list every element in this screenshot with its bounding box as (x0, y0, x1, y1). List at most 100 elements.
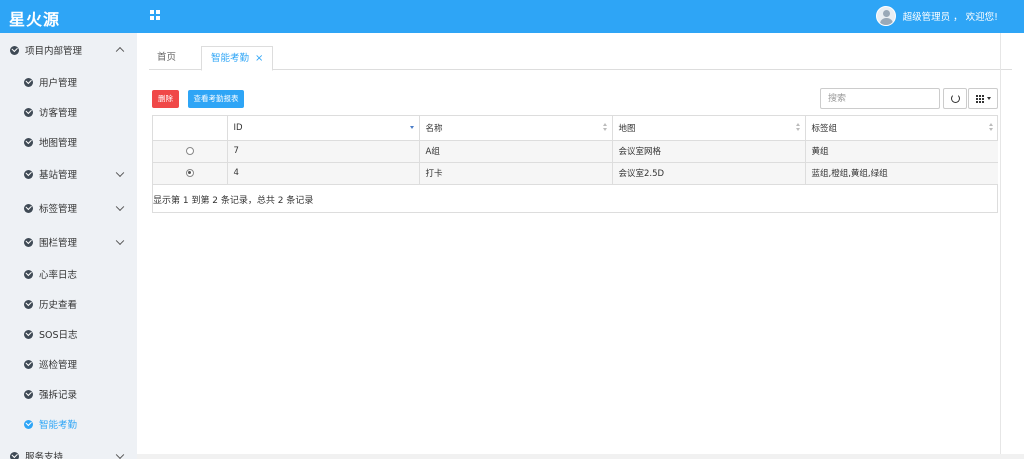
search-input[interactable] (820, 88, 940, 109)
sidebar-item-fences[interactable]: 围栏管理 (0, 225, 137, 259)
sidebar-item-history[interactable]: 历史查看 (0, 289, 137, 319)
sidebar-item-label: 心率日志 (39, 270, 78, 281)
sidebar-item-sos[interactable]: SOS日志 (0, 319, 137, 349)
row-select-cell (153, 162, 228, 185)
sidebar-item-label: 标签管理 (39, 204, 78, 215)
chevron-up-icon (115, 46, 125, 56)
check-circle-icon (24, 329, 33, 339)
sort-icon (989, 123, 994, 133)
check-circle-icon (24, 237, 33, 247)
tab-bar: 首页 智能考勤 × (149, 46, 1012, 71)
table-header-row: ID 名称 地图 标签组 (153, 116, 998, 141)
main-content: 首页 智能考勤 × 删除 查看考勤报表 ID 名称 地图 标签组 (137, 33, 1024, 459)
sidebar-item-tamper[interactable]: 强拆记录 (0, 379, 137, 409)
close-icon[interactable]: × (255, 53, 263, 64)
sidebar-item-label: SOS日志 (39, 330, 78, 341)
check-circle-icon (24, 269, 33, 279)
sidebar-item-label: 用户管理 (39, 78, 78, 89)
data-table: ID 名称 地图 标签组 7 A组 会议室网格 黄组 4 打卡 会议室2.5D … (152, 115, 998, 213)
cell-id: 7 (227, 140, 420, 163)
row-radio[interactable] (185, 168, 194, 177)
scrollbar-track[interactable] (1000, 33, 1001, 459)
grid-icon (975, 94, 984, 103)
horizontal-scrollbar[interactable] (137, 454, 1024, 459)
check-circle-icon (24, 77, 33, 87)
cell-map: 会议室网格 (612, 140, 806, 163)
refresh-button[interactable] (943, 88, 967, 109)
sidebar-item-label: 基站管理 (39, 170, 78, 181)
caret-down-icon (986, 97, 991, 100)
sidebar-item-users[interactable]: 用户管理 (0, 67, 137, 97)
columns-button[interactable] (968, 88, 998, 109)
sidebar-item-label: 围栏管理 (39, 238, 78, 249)
menu-grid-icon[interactable] (150, 10, 161, 21)
check-circle-icon (24, 107, 33, 117)
view-report-button[interactable]: 查看考勤报表 (188, 90, 244, 108)
chevron-down-icon (115, 450, 125, 459)
tab-attendance[interactable]: 智能考勤 × (201, 46, 274, 71)
cell-name: 打卡 (419, 162, 613, 185)
refresh-icon (950, 94, 960, 103)
cell-tags: 蓝组,橙组,黄组,绿组 (805, 162, 998, 185)
column-header-label: 名称 (425, 123, 443, 134)
sidebar-item-patrol[interactable]: 巡检管理 (0, 349, 137, 379)
delete-button[interactable]: 删除 (152, 90, 179, 108)
row-radio[interactable] (185, 146, 194, 155)
sidebar-item-maps[interactable]: 地图管理 (0, 127, 137, 157)
sidebar-item-heart-rate[interactable]: 心率日志 (0, 259, 137, 289)
sidebar-group-internal[interactable]: 项目内部管理 (0, 33, 137, 67)
cell-id: 4 (227, 162, 420, 185)
table-row[interactable]: 7 A组 会议室网格 黄组 (153, 140, 998, 163)
sidebar-item-label: 巡检管理 (39, 360, 78, 371)
top-bar: 星火源 超级管理员 ， 欢迎您! (0, 0, 1024, 33)
check-circle-icon (10, 451, 19, 459)
welcome-text: 超级管理员 ， 欢迎您! (902, 12, 998, 23)
check-circle-icon (24, 169, 33, 179)
sidebar: 项目内部管理 用户管理 访客管理 地图管理 基站管理 标签管理 围栏管理 心率日… (0, 33, 137, 459)
sidebar-item-attendance[interactable]: 智能考勤 (0, 409, 137, 439)
check-circle-icon (24, 389, 33, 399)
chevron-down-icon (115, 168, 125, 178)
column-header-label: ID (233, 122, 243, 133)
sort-icon (795, 123, 801, 133)
column-header-tag-group[interactable]: 标签组 (805, 116, 998, 141)
sort-icon (602, 123, 608, 133)
sidebar-item-label: 访客管理 (39, 108, 78, 119)
sidebar-item-label: 智能考勤 (39, 420, 78, 431)
column-header-map[interactable]: 地图 (612, 116, 806, 141)
column-header-label: 标签组 (811, 123, 838, 134)
tab-label: 智能考勤 (211, 53, 250, 64)
chevron-down-icon (115, 236, 125, 246)
cell-map: 会议室2.5D (612, 162, 806, 185)
sidebar-item-label: 地图管理 (39, 138, 78, 149)
row-select-cell (153, 140, 228, 163)
pagination-info: 显示第 1 到第 2 条记录，总共 2 条记录 (153, 196, 314, 206)
sort-desc-icon (409, 123, 415, 133)
column-header-label: 地图 (618, 123, 636, 134)
column-header-name[interactable]: 名称 (419, 116, 613, 141)
check-circle-icon (24, 203, 33, 213)
brand-logo[interactable]: 星火源 (9, 6, 60, 30)
sidebar-item-tags[interactable]: 标签管理 (0, 191, 137, 225)
check-circle-icon (10, 45, 19, 55)
check-circle-icon (24, 359, 33, 369)
chevron-down-icon (115, 202, 125, 212)
tab-home[interactable]: 首页 (157, 46, 176, 70)
avatar[interactable] (875, 6, 896, 26)
cell-name: A组 (419, 140, 613, 163)
select-column-header (153, 116, 228, 141)
check-circle-icon (24, 419, 33, 429)
user-menu[interactable]: 超级管理员 ， 欢迎您! (875, 4, 998, 28)
sidebar-item-label: 强拆记录 (39, 390, 78, 401)
check-circle-icon (24, 299, 33, 309)
table-row[interactable]: 4 打卡 会议室2.5D 蓝组,橙组,黄组,绿组 (153, 162, 998, 185)
sidebar-group-support[interactable]: 服务支持 (0, 439, 137, 459)
sidebar-group-label: 服务支持 (25, 452, 64, 459)
check-circle-icon (24, 137, 33, 147)
sidebar-item-visitors[interactable]: 访客管理 (0, 97, 137, 127)
cell-tags: 黄组 (805, 140, 998, 163)
sidebar-group-label: 项目内部管理 (25, 46, 83, 57)
sidebar-item-base-stations[interactable]: 基站管理 (0, 157, 137, 191)
column-header-id[interactable]: ID (227, 116, 420, 141)
sidebar-item-label: 历史查看 (39, 300, 78, 311)
